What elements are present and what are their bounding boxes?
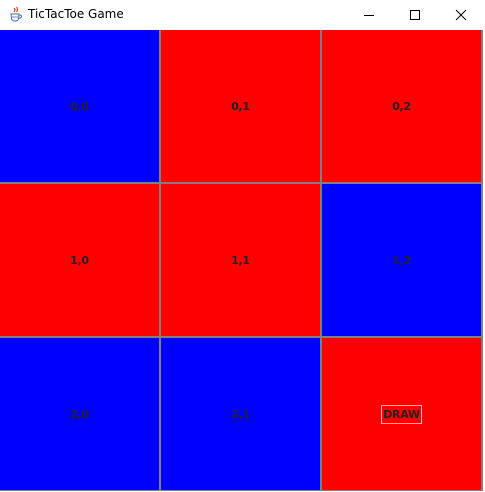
cell-label: 2,1 [231, 407, 250, 421]
app-window: TicTacToe Game 0,0 0,1 0,2 1,0 1,1 1,2 2… [0, 0, 485, 492]
cell-label: DRAW [381, 404, 422, 424]
cell-label: 0,0 [70, 99, 89, 113]
game-board: 0,0 0,1 0,2 1,0 1,1 1,2 2,0 2,1 DRAW [0, 30, 483, 491]
maximize-button[interactable] [392, 0, 438, 30]
board-cell[interactable]: 1,2 [322, 184, 481, 336]
close-button[interactable] [438, 0, 484, 30]
cell-label: 1,2 [392, 253, 411, 267]
board-cell[interactable]: 1,1 [161, 184, 320, 336]
cell-label: 1,1 [231, 253, 250, 267]
board-cell[interactable]: 0,0 [0, 30, 159, 182]
close-icon [455, 9, 467, 21]
maximize-icon [410, 10, 420, 20]
board-cell[interactable]: 2,0 [0, 338, 159, 490]
board-cell[interactable]: 2,1 [161, 338, 320, 490]
minimize-icon [364, 15, 374, 16]
title-bar[interactable]: TicTacToe Game [0, 0, 485, 30]
minimize-button[interactable] [346, 0, 392, 30]
cell-label: 0,1 [231, 99, 250, 113]
cell-label: 1,0 [70, 253, 89, 267]
java-cup-icon [8, 6, 24, 22]
board-cell[interactable]: 0,2 [322, 30, 481, 182]
board-cell[interactable]: 1,0 [0, 184, 159, 336]
cell-label: 2,0 [70, 407, 89, 421]
window-title: TicTacToe Game [28, 7, 124, 21]
board-cell[interactable]: 0,1 [161, 30, 320, 182]
cell-label: 0,2 [392, 99, 411, 113]
board-cell[interactable]: DRAW [322, 338, 481, 490]
